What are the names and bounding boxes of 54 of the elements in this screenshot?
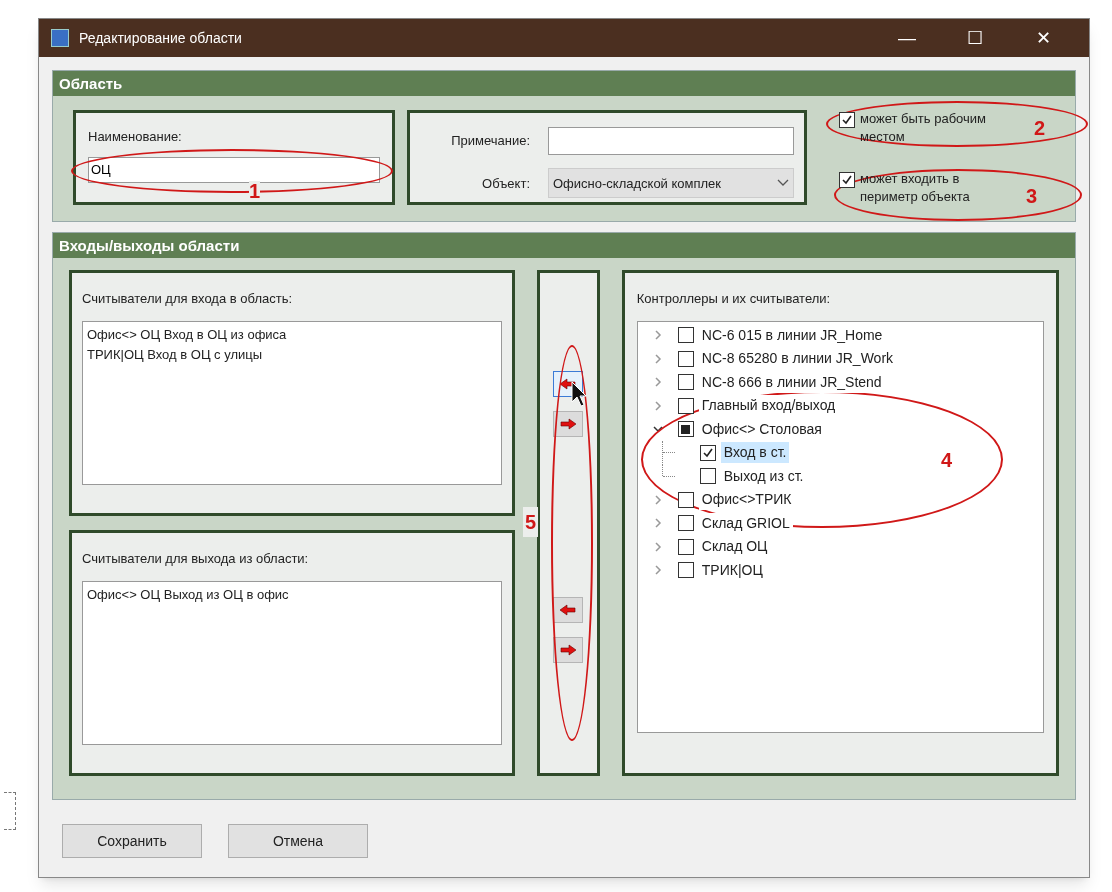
checkbox[interactable] (839, 172, 855, 188)
annotation-number: 5 (523, 507, 539, 537)
app-icon (51, 29, 69, 47)
dialog-button[interactable]: Сохранить (62, 824, 202, 858)
checkbox[interactable] (677, 562, 694, 579)
expand-chevron-icon[interactable] (652, 518, 663, 529)
expand-chevron-icon[interactable] (652, 541, 663, 552)
panel-label: Контроллеры и их считыватели: (636, 290, 832, 308)
group-header: Входы/выходы области (53, 233, 1075, 258)
checkbox[interactable] (699, 444, 716, 461)
list-item[interactable]: ТРИК|ОЦ Вход в ОЦ с улицы (87, 344, 497, 365)
field-label: Примечание: (450, 132, 530, 150)
list-item[interactable]: Офис<> ОЦ Выход из ОЦ в офис (87, 584, 497, 605)
name-input[interactable]: ОЦ (88, 156, 380, 183)
checkbox[interactable] (677, 350, 694, 367)
checkbox[interactable] (677, 397, 694, 414)
mouse-cursor-icon (571, 381, 587, 407)
expand-chevron-icon[interactable] (652, 353, 663, 364)
group-header: Область (53, 71, 1075, 96)
checkbox[interactable] (677, 491, 694, 508)
expand-chevron-icon[interactable] (652, 400, 663, 411)
expand-chevron-icon[interactable] (652, 377, 663, 388)
note-input[interactable] (548, 126, 794, 155)
object-dropdown[interactable]: Офисно-складской комплек (548, 168, 794, 199)
window-control[interactable]: — (873, 24, 941, 52)
window-title: Редактирование области (79, 28, 243, 48)
annotation-number: 1 (249, 181, 261, 201)
checkbox[interactable] (699, 468, 716, 485)
annotation-number: 3 (1026, 184, 1038, 209)
checkbox-label: может входить в периметр объекта (860, 170, 971, 206)
window-control[interactable]: ✕ (1009, 24, 1077, 52)
panel-label: Считыватели для входа в область: (82, 290, 294, 308)
window-control[interactable]: ☐ (941, 24, 1009, 52)
checkbox[interactable] (677, 515, 694, 532)
annotation-number: 4 (941, 448, 953, 473)
checkbox-label: может быть рабочим местом (860, 110, 988, 146)
checkbox[interactable] (677, 327, 694, 344)
checkbox[interactable] (677, 421, 694, 438)
field-label: Объект: (481, 174, 530, 193)
dropdown-value: Офисно-складской комплек (553, 174, 723, 193)
expand-chevron-icon[interactable] (652, 330, 663, 341)
checkbox[interactable] (677, 374, 694, 391)
checkbox[interactable] (839, 112, 855, 128)
checkbox[interactable] (677, 538, 694, 555)
dashed-frame (4, 792, 16, 830)
annotation-number: 2 (1034, 116, 1046, 141)
expand-chevron-icon[interactable] (652, 565, 663, 576)
field-label: Наименование: (88, 128, 183, 146)
expand-chevron-icon[interactable] (652, 494, 663, 505)
list-item[interactable]: Офис<> ОЦ Вход в ОЦ из офиса (87, 324, 497, 345)
panel-label: Считыватели для выхода из области: (82, 550, 310, 568)
chevron-down-icon (777, 179, 789, 188)
dialog-button[interactable]: Отмена (228, 824, 368, 858)
tree-item[interactable]: Вход в ст. (720, 442, 790, 464)
